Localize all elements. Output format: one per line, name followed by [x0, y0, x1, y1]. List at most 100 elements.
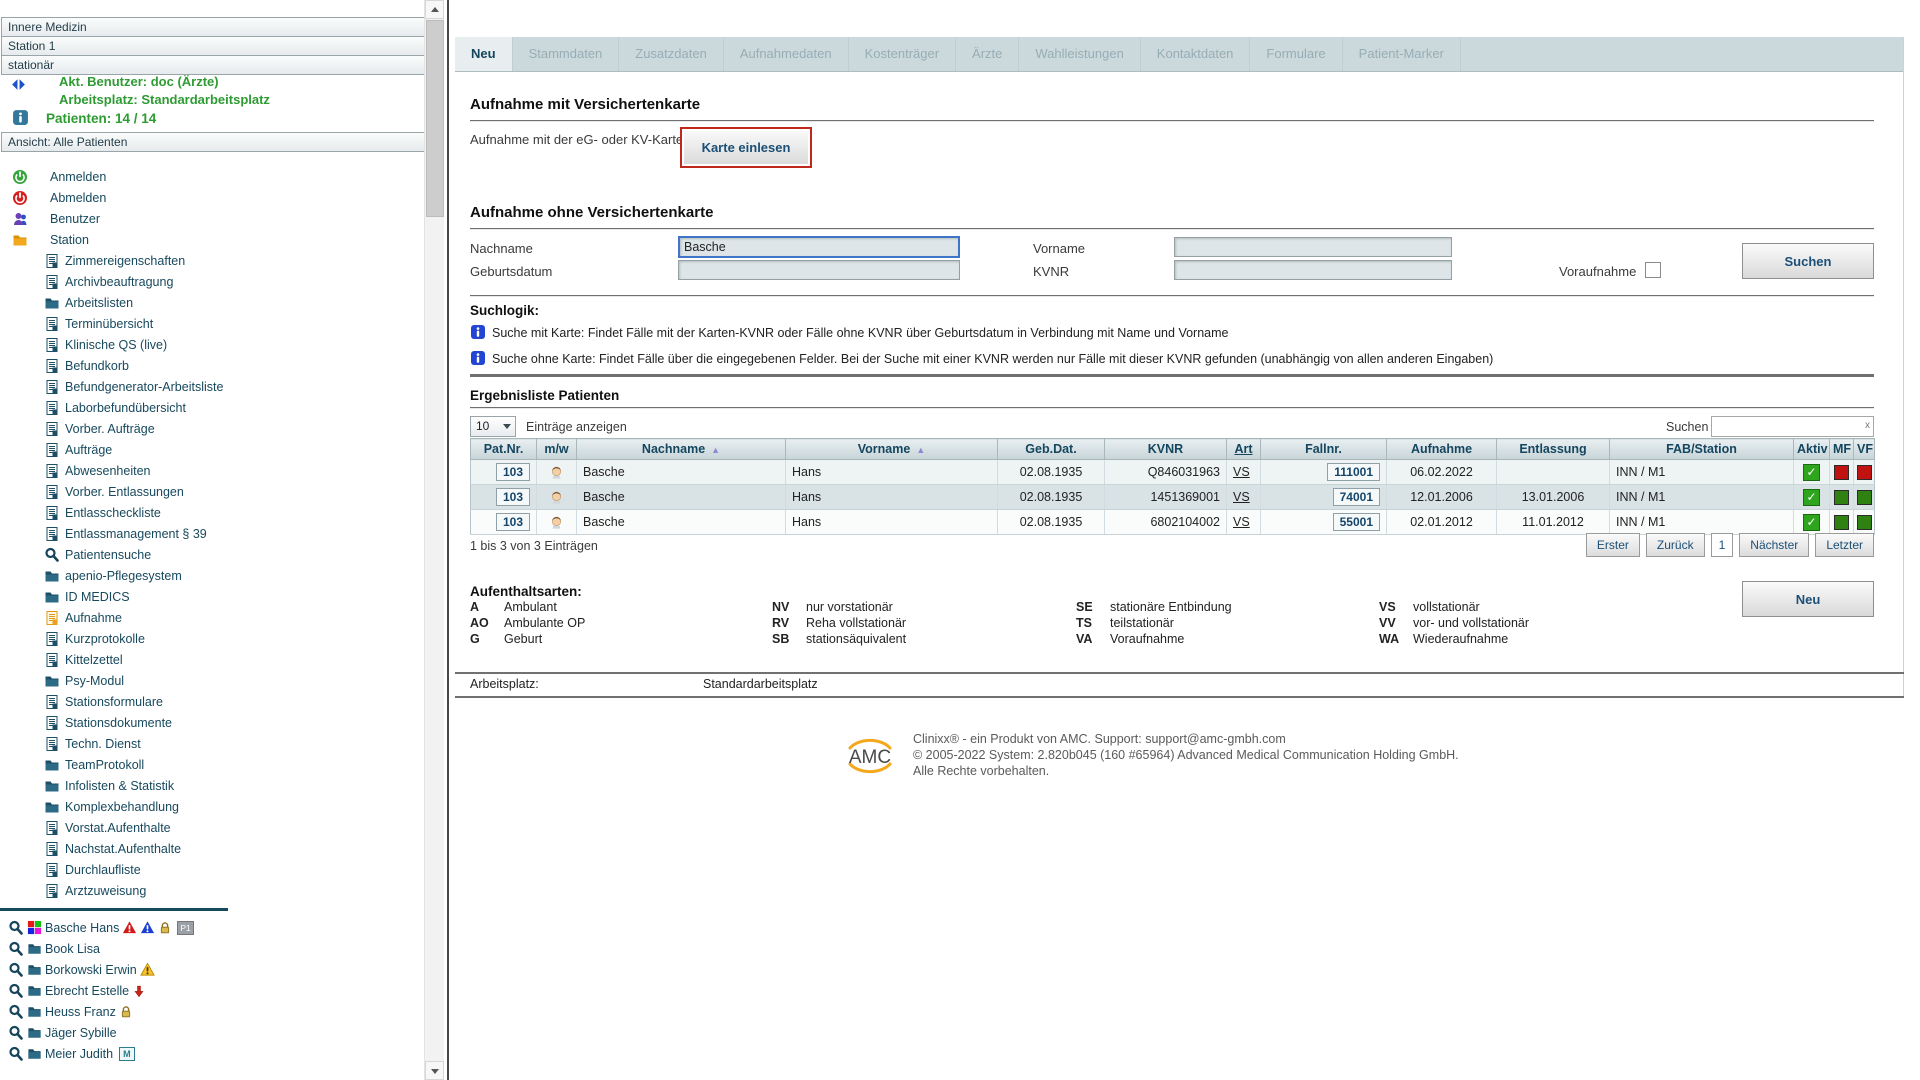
sidebar-item-teamprotokoll[interactable]: TeamProtokoll [0, 754, 424, 775]
station-select[interactable]: Station 1 [1, 36, 439, 56]
col-nachname[interactable]: Nachname▲ [577, 439, 786, 460]
quick-search-input[interactable]: x [1711, 416, 1874, 437]
sidebar-item-abwesenheiten[interactable]: Abwesenheiten [0, 460, 424, 481]
aktiv-checkbox[interactable] [1803, 464, 1820, 481]
pagination-prev[interactable]: Zurück [1646, 533, 1705, 557]
view-select[interactable]: Ansicht: Alle Patienten [1, 132, 439, 152]
sidebar-item-vorstat-aufenthalte[interactable]: Vorstat.Aufenthalte [0, 817, 424, 838]
sidebar-item-entlassmanagement[interactable]: Entlassmanagement § 39 [0, 523, 424, 544]
table-row[interactable]: 103 Basche Hans 02.08.1935 Q846031963 VS… [471, 460, 1875, 485]
sidebar-item-id-medics[interactable]: ID MEDICS [0, 586, 424, 607]
sidebar-item-kurzprotokolle[interactable]: Kurzprotokolle [0, 628, 424, 649]
col-mf[interactable]: MF [1830, 439, 1854, 460]
col-kvnr[interactable]: KVNR [1105, 439, 1227, 460]
sidebar-item-laborbefunduebersicht[interactable]: Laborbefundübersicht [0, 397, 424, 418]
sidebar-scrollbar[interactable] [424, 0, 444, 1080]
sidebar-item-stationsformulare[interactable]: Stationsformulare [0, 691, 424, 712]
art-link[interactable]: VS [1233, 515, 1250, 529]
tab-aerzte[interactable]: Ärzte [956, 37, 1019, 71]
sidebar-item-komplexbehandlung[interactable]: Komplexbehandlung [0, 796, 424, 817]
pagination-current-page[interactable]: 1 [1711, 533, 1734, 557]
suchen-button[interactable]: Suchen [1742, 243, 1874, 279]
fallnr-link[interactable]: 74001 [1333, 488, 1380, 506]
scrollbar-thumb[interactable] [426, 20, 444, 217]
tab-kostentraeger[interactable]: Kostenträger [849, 37, 956, 71]
sidebar-item-anmelden[interactable]: Anmelden [0, 166, 424, 187]
sidebar-item-kittelzettel[interactable]: Kittelzettel [0, 649, 424, 670]
vorname-input[interactable] [1174, 237, 1452, 257]
geburtsdatum-input[interactable] [678, 260, 960, 280]
tab-neu[interactable]: Neu [455, 37, 513, 71]
col-fallnr[interactable]: Fallnr. [1261, 439, 1387, 460]
sidebar-item-entlasscheckliste[interactable]: Entlasscheckliste [0, 502, 424, 523]
sidebar-item-aufnahme[interactable]: Aufnahme [0, 607, 424, 628]
sidebar-item-nachstat-aufenthalte[interactable]: Nachstat.Aufenthalte [0, 838, 424, 859]
col-gebdat[interactable]: Geb.Dat. [998, 439, 1105, 460]
sidebar-item-benutzer[interactable]: Benutzer [0, 208, 424, 229]
sidebar-item-zimmereigenschaften[interactable]: Zimmereigenschaften [0, 250, 424, 271]
sidebar-item-durchlaufliste[interactable]: Durchlaufliste [0, 859, 424, 880]
tab-patient-marker[interactable]: Patient-Marker [1343, 37, 1461, 71]
sidebar-item-vorber-entlassungen[interactable]: Vorber. Entlassungen [0, 481, 424, 502]
patient-row-jaeger-sybille[interactable]: Jäger Sybille [0, 1022, 424, 1043]
case-type-select[interactable]: stationär [1, 55, 439, 75]
sidebar-item-befundgenerator[interactable]: Befundgenerator-Arbeitsliste [0, 376, 424, 397]
sidebar-item-terminuebersicht[interactable]: Terminübersicht [0, 313, 424, 334]
art-link[interactable]: VS [1233, 465, 1250, 479]
aktiv-checkbox[interactable] [1803, 489, 1820, 506]
sidebar-item-patientensuche[interactable]: Patientensuche [0, 544, 424, 565]
col-vorname[interactable]: Vorname▲ [786, 439, 998, 460]
tab-stammdaten[interactable]: Stammdaten [513, 37, 620, 71]
department-select[interactable]: Innere Medizin [1, 17, 439, 37]
pagination-first[interactable]: Erster [1586, 533, 1640, 557]
col-fab-station[interactable]: FAB/Station [1610, 439, 1794, 460]
col-mw[interactable]: m/w [537, 439, 577, 460]
nachname-input[interactable] [678, 236, 960, 258]
scroll-down-icon[interactable] [425, 1061, 444, 1080]
sidebar-item-klinische-qs[interactable]: Klinische QS (live) [0, 334, 424, 355]
col-aktiv[interactable]: Aktiv [1794, 439, 1830, 460]
page-size-select[interactable]: 10 [470, 416, 516, 437]
aktiv-checkbox[interactable] [1803, 514, 1820, 531]
sidebar-item-stationsdokumente[interactable]: Stationsdokumente [0, 712, 424, 733]
tab-kontaktdaten[interactable]: Kontaktdaten [1141, 37, 1251, 71]
col-entlassung[interactable]: Entlassung [1497, 439, 1610, 460]
sidebar-item-arbeitslisten[interactable]: Arbeitslisten [0, 292, 424, 313]
fallnr-link[interactable]: 55001 [1333, 513, 1380, 531]
sidebar-item-psy-modul[interactable]: Psy-Modul [0, 670, 424, 691]
art-link[interactable]: VS [1233, 490, 1250, 504]
tab-aufnahmedaten[interactable]: Aufnahmedaten [724, 37, 849, 71]
neu-button[interactable]: Neu [1742, 581, 1874, 617]
clear-search-icon[interactable]: x [1865, 420, 1870, 431]
sidebar-item-techn-dienst[interactable]: Techn. Dienst [0, 733, 424, 754]
table-row[interactable]: 103 Basche Hans 02.08.1935 1451369001 VS… [471, 485, 1875, 510]
tab-formulare[interactable]: Formulare [1250, 37, 1342, 71]
col-aufnahme[interactable]: Aufnahme [1387, 439, 1497, 460]
sidebar-item-abmelden[interactable]: Abmelden [0, 187, 424, 208]
col-vf[interactable]: VF [1854, 439, 1875, 460]
pagination-last[interactable]: Letzter [1815, 533, 1874, 557]
collapse-arrows-icon[interactable] [10, 76, 27, 93]
patnr-link[interactable]: 103 [496, 513, 530, 531]
tab-zusatzdaten[interactable]: Zusatzdaten [619, 37, 724, 71]
sidebar-item-arztzuweisung[interactable]: Arztzuweisung [0, 880, 424, 901]
karte-einlesen-button[interactable]: Karte einlesen [680, 127, 812, 168]
sidebar-item-station[interactable]: Station [0, 229, 424, 250]
sidebar-item-auftraege[interactable]: Aufträge [0, 439, 424, 460]
sidebar-item-apenio[interactable]: apenio-Pflegesystem [0, 565, 424, 586]
sidebar-item-infolisten[interactable]: Infolisten & Statistik [0, 775, 424, 796]
col-patnr[interactable]: Pat.Nr. [471, 439, 537, 460]
kvnr-input[interactable] [1174, 260, 1452, 280]
patnr-link[interactable]: 103 [496, 488, 530, 506]
patient-row-heuss-franz[interactable]: Heuss Franz [0, 1001, 424, 1022]
patient-row-basche-hans[interactable]: Basche Hans P1 [0, 917, 424, 938]
sidebar-item-vorber-auftraege[interactable]: Vorber. Aufträge [0, 418, 424, 439]
pagination-next[interactable]: Nächster [1739, 533, 1809, 557]
patient-row-meier-judith[interactable]: Meier Judith M [0, 1043, 424, 1064]
tab-wahlleistungen[interactable]: Wahlleistungen [1019, 37, 1140, 71]
scroll-up-icon[interactable] [425, 0, 444, 19]
voraufnahme-checkbox[interactable] [1645, 262, 1661, 278]
patient-row-borkowski-erwin[interactable]: Borkowski Erwin [0, 959, 424, 980]
table-row[interactable]: 103 Basche Hans 02.08.1935 6802104002 VS… [471, 510, 1875, 535]
sidebar-item-befundkorb[interactable]: Befundkorb [0, 355, 424, 376]
